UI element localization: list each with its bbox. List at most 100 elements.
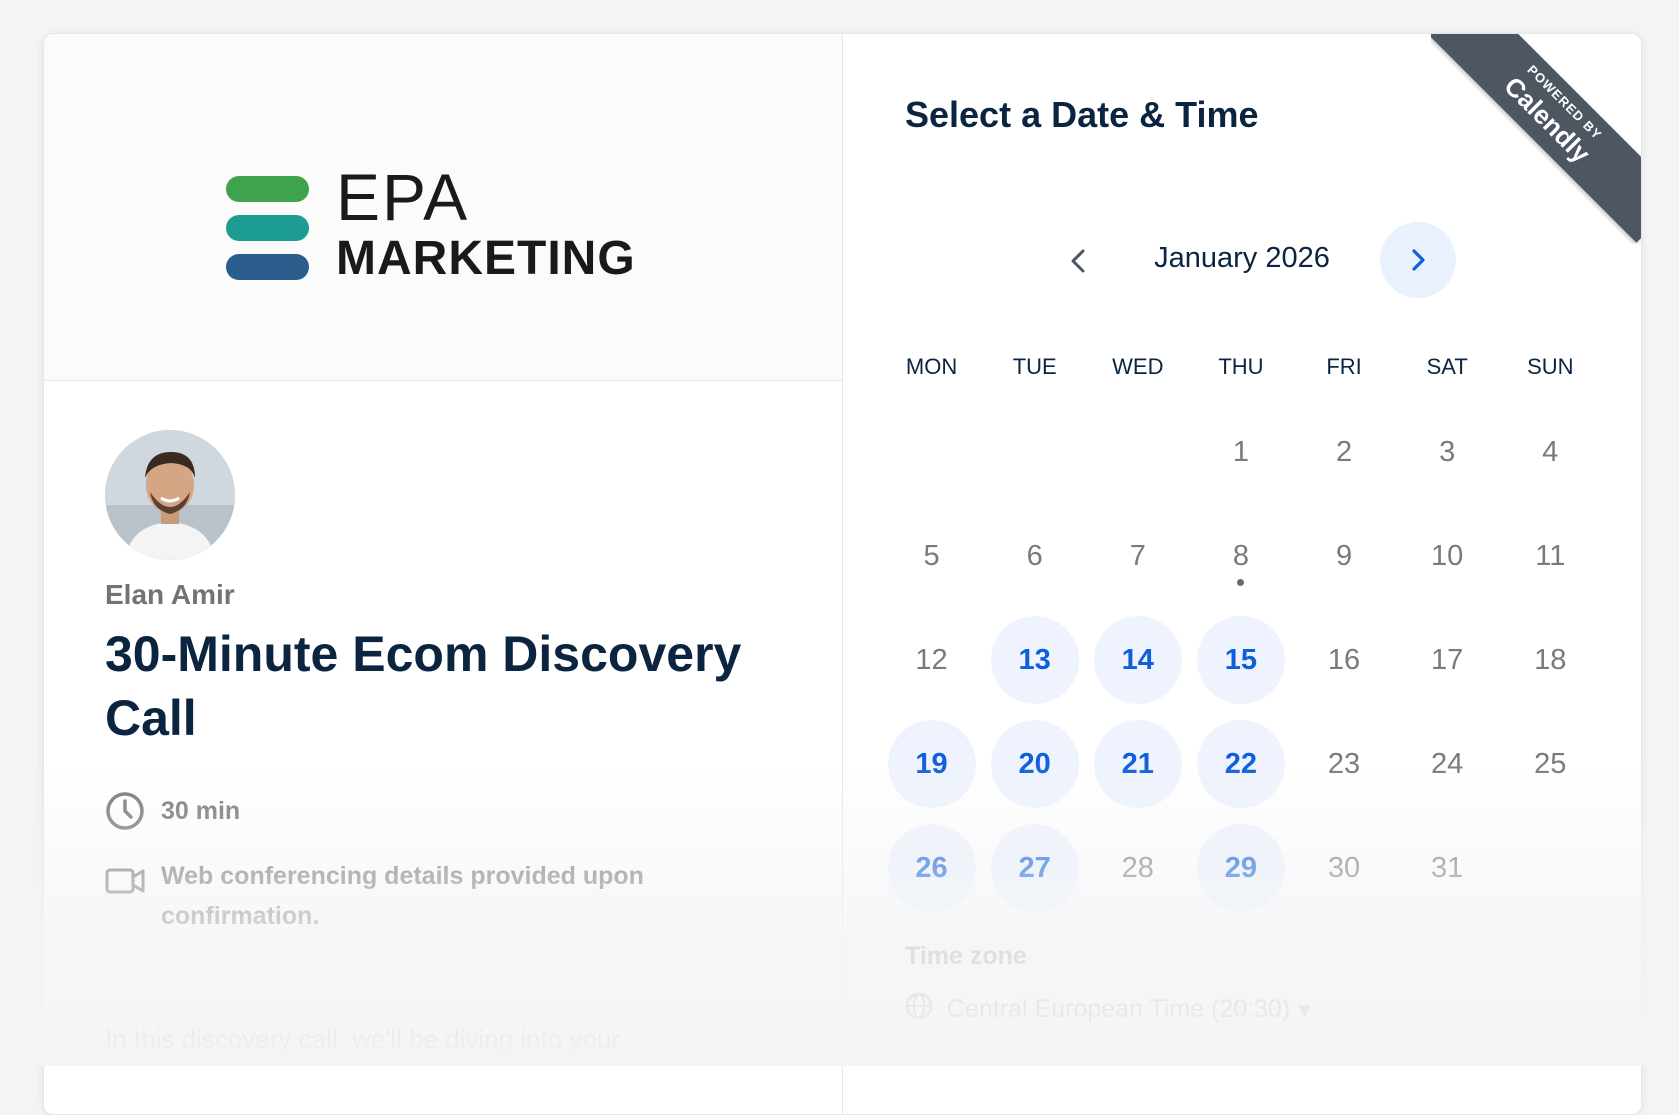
calendar-cell: 5	[880, 504, 983, 608]
day-number: 17	[1431, 643, 1464, 676]
timezone-select[interactable]: Central European Time (20:30) ▾	[905, 992, 1311, 1027]
caret-down-icon: ▾	[1298, 995, 1311, 1024]
day-number: 3	[1439, 435, 1456, 468]
day-number: 16	[1327, 643, 1361, 676]
calendar-grid: 1 2 3 4 5 6 7 8 9 10 11 12 13 14 15 16 17 18 19 20 21 22 23 24 2…	[880, 400, 1602, 920]
day-number: 4	[1542, 435, 1559, 468]
unavailable-day: 1	[1197, 408, 1285, 496]
unavailable-day: 11	[1506, 512, 1594, 600]
calendar-cell: 3	[1396, 400, 1499, 504]
calendar-cell: 27	[983, 816, 1086, 920]
calendar-cell: 28	[1086, 816, 1189, 920]
logo-bar-blue	[226, 254, 309, 280]
booking-card: EPA MARKETING Elan Amir 30-Minute Ecom D…	[43, 33, 1642, 1115]
calendly-badge[interactable]: POWERED BY Calendly	[1431, 34, 1641, 244]
day-number: 1	[1232, 435, 1249, 468]
weekday-label: SUN	[1527, 354, 1574, 379]
available-day-button[interactable]: 14	[1093, 616, 1182, 704]
calendar-cell: 7	[1086, 504, 1189, 608]
event-title: 30-Minute Ecom Discovery Call	[105, 626, 742, 746]
day-number: 26	[915, 851, 948, 884]
day-number: 29	[1224, 851, 1258, 884]
available-day-button[interactable]: 19	[887, 720, 976, 808]
calendar-cell: 22	[1189, 712, 1292, 816]
weekday-label: WED	[1112, 354, 1164, 379]
day-number: 8	[1232, 539, 1249, 572]
day-number: 18	[1534, 643, 1567, 676]
available-day-button[interactable]: 20	[990, 720, 1079, 808]
day-number: 24	[1431, 747, 1464, 780]
available-day-button[interactable]: 15	[1196, 616, 1285, 704]
unavailable-day: 30	[1300, 824, 1388, 912]
unavailable-day: 8	[1197, 512, 1285, 600]
calendar-cell: 15	[1189, 608, 1292, 712]
weekday-label: FRI	[1326, 354, 1362, 379]
day-number: 30	[1327, 851, 1361, 884]
event-duration: 30 min	[105, 791, 240, 831]
timezone-label: Time zone	[905, 942, 1027, 970]
available-day-button[interactable]: 26	[887, 824, 976, 912]
powered-by-ribbon: POWERED BY Calendly	[1431, 34, 1641, 243]
unavailable-day: 23	[1300, 720, 1388, 808]
calendar-cell: 18	[1499, 608, 1602, 712]
calendar-cell: 24	[1396, 712, 1499, 816]
logo-text-marketing: MARKETING	[336, 232, 636, 285]
calendar-cell: 4	[1499, 400, 1602, 504]
clock-icon	[105, 791, 145, 831]
unavailable-day: 5	[888, 512, 976, 600]
available-day-button[interactable]: 21	[1093, 720, 1182, 808]
globe-icon	[905, 992, 933, 1027]
day-number: 11	[1535, 539, 1566, 572]
available-day-button[interactable]: 27	[990, 824, 1079, 912]
duration-text: 30 min	[161, 797, 241, 825]
day-number: 19	[915, 747, 948, 780]
day-number: 9	[1335, 539, 1353, 572]
available-day-button[interactable]: 13	[990, 616, 1079, 704]
unavailable-day: 10	[1403, 512, 1491, 600]
location-text: Web conferencing details provided upon c…	[161, 862, 644, 930]
weekday-label: THU	[1218, 354, 1264, 379]
unavailable-day: 16	[1300, 616, 1388, 704]
calendar-cell: 10	[1396, 504, 1499, 608]
day-number: 28	[1121, 851, 1154, 884]
unavailable-day: 7	[1094, 512, 1182, 600]
calendar-cell: 23	[1293, 712, 1396, 816]
available-day-button[interactable]: 29	[1196, 824, 1285, 912]
calendar-cell: 9	[1293, 504, 1396, 608]
empty-cell	[1086, 400, 1189, 504]
day-number: 31	[1431, 851, 1464, 884]
calendar-cell: 2	[1293, 400, 1396, 504]
logo-bar-teal	[226, 215, 309, 241]
calendar-cell: 1	[1189, 400, 1292, 504]
weekday-label: MON	[905, 354, 958, 379]
calendar-cell: 6	[983, 504, 1086, 608]
day-number: 10	[1431, 539, 1464, 572]
previous-month-button[interactable]	[1059, 241, 1099, 281]
video-camera-icon	[105, 864, 145, 904]
logo-bar-green	[226, 176, 309, 202]
brand-header: EPA MARKETING	[44, 34, 842, 381]
today-indicator-dot	[1236, 579, 1244, 586]
calendar-cell: 12	[880, 608, 983, 712]
day-number: 2	[1335, 435, 1353, 468]
event-details-panel: EPA MARKETING Elan Amir 30-Minute Ecom D…	[44, 34, 843, 1114]
available-day-button[interactable]: 22	[1196, 720, 1285, 808]
calendar-cell: 17	[1396, 608, 1499, 712]
calendar-cell: 25	[1499, 712, 1602, 816]
day-number: 15	[1224, 643, 1258, 676]
day-number: 14	[1121, 643, 1154, 676]
calendar-cell: 13	[983, 608, 1086, 712]
unavailable-day: 6	[991, 512, 1079, 600]
unavailable-day: 3	[1403, 408, 1491, 496]
event-location: Web conferencing details provided upon c…	[105, 856, 705, 936]
unavailable-day: 9	[1300, 512, 1388, 600]
day-number: 22	[1224, 747, 1258, 780]
day-number: 21	[1121, 747, 1154, 780]
calendar-cell: 16	[1293, 608, 1396, 712]
calendar-cell: 14	[1086, 608, 1189, 712]
day-number: 20	[1018, 747, 1051, 780]
avatar	[105, 430, 235, 560]
chevron-right-icon	[1412, 249, 1425, 271]
empty-cell	[983, 400, 1086, 504]
unavailable-day: 25	[1506, 720, 1594, 808]
